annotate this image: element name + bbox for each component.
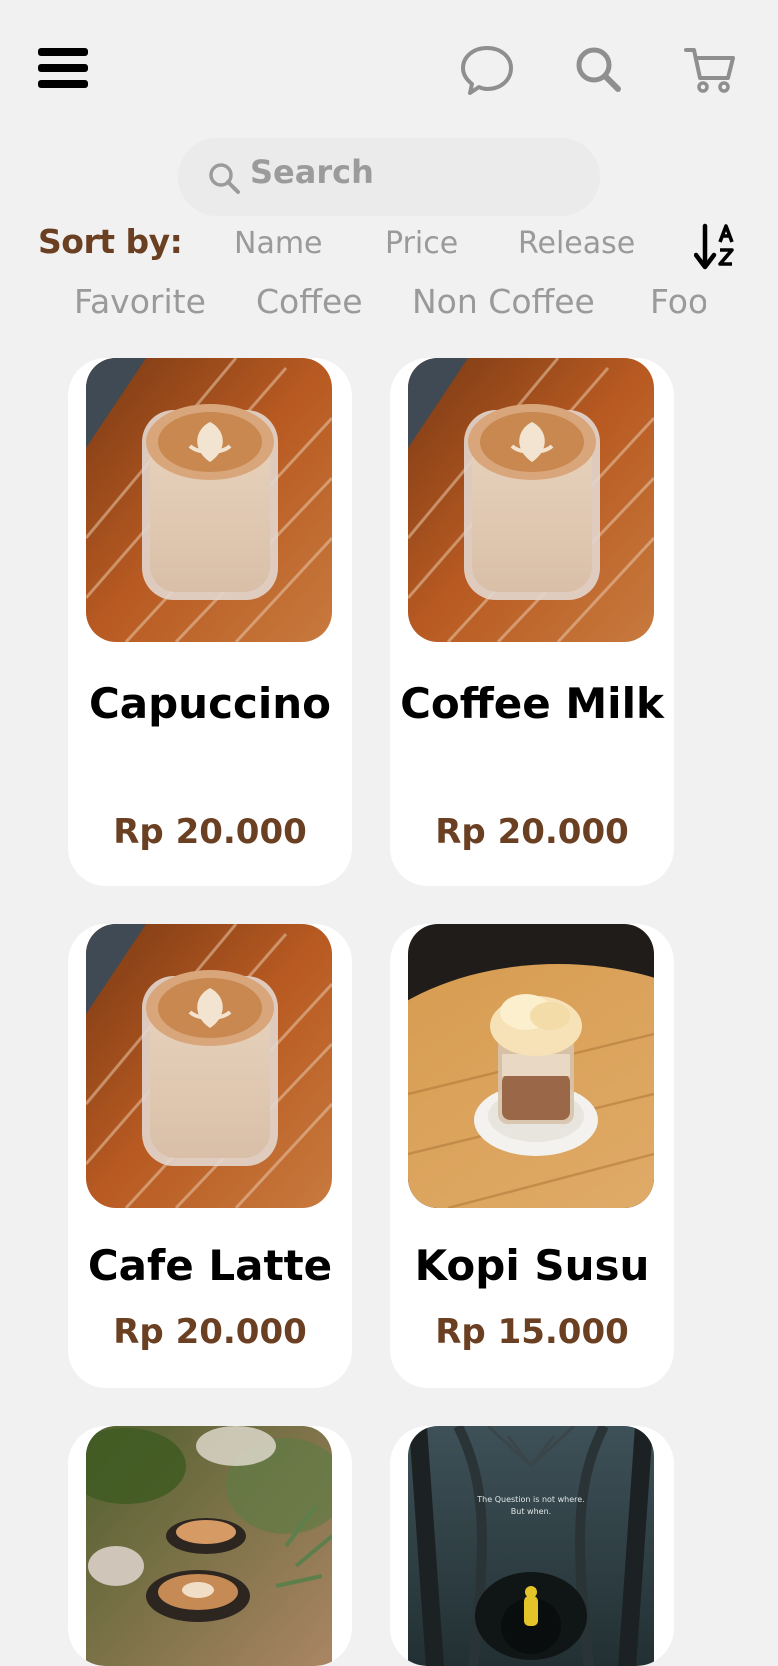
filter-coffee[interactable]: Coffee — [256, 282, 363, 321]
poster-tagline-2: But when. — [511, 1507, 551, 1516]
search-icon[interactable] — [573, 44, 623, 94]
product-photo-coffee-milk — [408, 358, 654, 642]
product-card[interactable]: Coffee Milk Rp 20.000 — [390, 358, 674, 886]
sort-a-z-icon[interactable] — [694, 222, 742, 272]
sort-option-name[interactable]: Name — [234, 226, 323, 261]
app-header — [0, 0, 778, 130]
search-icon — [206, 160, 242, 196]
filter-favorite[interactable]: Favorite — [74, 282, 206, 321]
sort-by-label: Sort by: — [38, 222, 183, 261]
product-photo-capuccino — [86, 358, 332, 642]
product-photo-cafe-latte — [86, 924, 332, 1208]
product-card[interactable]: Kopi Susu Rp 15.000 — [390, 924, 674, 1388]
product-name: Kopi Susu — [414, 1241, 650, 1290]
poster-tagline-1: The Question is not where. — [476, 1495, 584, 1504]
product-name: Capuccino — [88, 679, 332, 728]
product-name: Coffee Milk — [400, 679, 664, 728]
product-card[interactable] — [68, 1426, 352, 1666]
product-photo-forest-poster: The Question is not where. But when. — [408, 1426, 654, 1666]
product-price: Rp 20.000 — [113, 812, 307, 852]
search-bar — [178, 138, 600, 216]
sort-option-price[interactable]: Price — [385, 226, 458, 261]
product-card[interactable]: Capuccino Rp 20.000 — [68, 358, 352, 886]
product-price: Rp 20.000 — [113, 1312, 307, 1352]
sort-option-release[interactable]: Release — [518, 226, 635, 261]
filter-food[interactable]: Food — [650, 282, 706, 321]
product-photo-coffee-plants — [86, 1426, 332, 1666]
product-card[interactable]: The Question is not where. But when. — [390, 1426, 674, 1666]
product-card[interactable]: Cafe Latte Rp 20.000 — [68, 924, 352, 1388]
filter-non-coffee[interactable]: Non Coffee — [412, 282, 595, 321]
hamburger-menu-icon[interactable] — [38, 48, 88, 90]
shopping-cart-icon[interactable] — [684, 46, 736, 94]
chat-bubble-icon[interactable] — [459, 44, 515, 96]
product-name: Cafe Latte — [87, 1241, 333, 1290]
product-price: Rp 15.000 — [435, 1312, 629, 1352]
product-price: Rp 20.000 — [435, 812, 629, 852]
search-input[interactable] — [250, 150, 570, 194]
category-filter-bar: Favorite Coffee Non Coffee Food — [0, 282, 706, 332]
product-photo-kopi-susu — [408, 924, 654, 1208]
